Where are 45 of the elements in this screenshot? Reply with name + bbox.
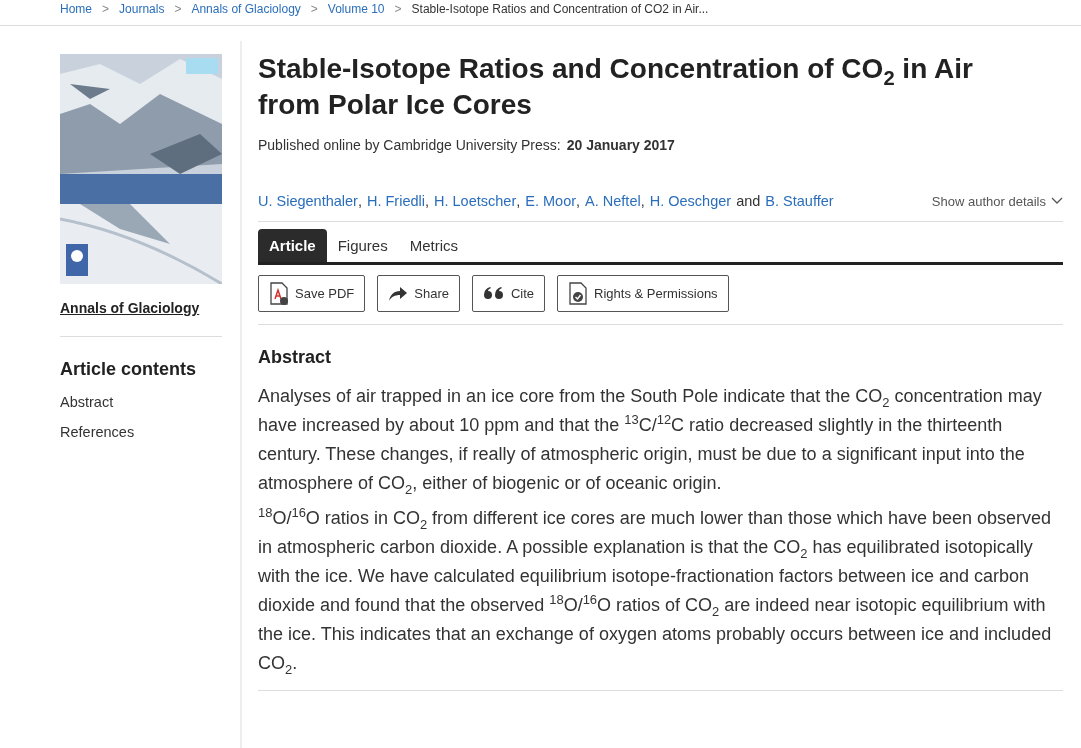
separator-text: , bbox=[576, 193, 581, 209]
published-date: 20 January 2017 bbox=[566, 137, 675, 153]
separator-text: , bbox=[640, 193, 645, 209]
author-link[interactable]: U. Siegenthaler bbox=[258, 193, 358, 209]
action-button[interactable]: Share bbox=[377, 275, 460, 312]
tab[interactable]: Article bbox=[258, 229, 327, 262]
abstract-paragraph: Analyses of air trapped in an ice core from the South Pole indicate that the CO$_{2}$ concentration may have increased by about 10 ppm and that the $^{13}$C/$^{12}$C ratio decreased slightly in the thirteenth century. These changes, if really of atmospheric origin, must be due to a significant input into the atmosphere of CO$_{2}$, either of biogenic or of oceanic origin. bbox=[258, 385, 1043, 498]
author-link[interactable]: A. Neftel bbox=[585, 193, 641, 209]
action-button[interactable]: Rights & Permissions bbox=[557, 275, 729, 312]
document-check-icon bbox=[568, 281, 589, 306]
abstract-paragraph: $^{18}$O/$^{16}$O ratios in CO$_{2}$ from different ice cores are much lower than those which have been observed in atmospheric carbon dioxide. A possible explanation is that the CO$_{2}$ has equilibrated isotopically with the ice. We have calculated equilibrium isotope-fractionation factors between ice and carbon dioxide and found that the observed $^{18}$O/$^{16}$O ratios of CO$_{2}$ are indeed near isotopic equilibrium with the ice. This indicates that an exchange of oxygen atoms probably occurs between ice and included CO$_{2}$. bbox=[258, 504, 1053, 678]
separator-text: , bbox=[357, 193, 362, 209]
separator-text: , bbox=[516, 193, 521, 209]
action-button[interactable]: Save PDF bbox=[258, 275, 366, 312]
breadcrumb-link[interactable]: Volume 10 bbox=[327, 2, 385, 16]
contents-link[interactable]: Abstract bbox=[60, 394, 222, 410]
tab[interactable]: Metrics bbox=[398, 229, 470, 262]
breadcrumb-separator: > bbox=[394, 2, 402, 16]
author-link[interactable]: H. Oeschger bbox=[649, 193, 732, 209]
contents-link[interactable]: References bbox=[60, 424, 222, 440]
author-link[interactable]: H. Friedli bbox=[367, 193, 425, 209]
author-link[interactable]: E. Moor bbox=[525, 193, 577, 209]
author-link[interactable]: B. Stauffer bbox=[765, 193, 834, 209]
journal-link[interactable]: Annals of Glaciology bbox=[60, 300, 222, 316]
pdf-file-icon bbox=[269, 281, 289, 306]
breadcrumb-link[interactable]: Journals bbox=[119, 2, 165, 16]
breadcrumb-separator: > bbox=[310, 2, 318, 16]
author-link[interactable]: H. Loetscher bbox=[434, 193, 517, 209]
action-button[interactable]: Cite bbox=[471, 275, 546, 312]
separator-text: , bbox=[425, 193, 430, 209]
author-details-toggle[interactable]: Show author details bbox=[931, 193, 1063, 209]
section-heading: Abstract bbox=[258, 347, 333, 368]
breadcrumb-current: Stable-Isotope Ratios and Concentration of CO2 in Air... bbox=[411, 2, 709, 16]
published-label: Published online by Cambridge University Press: bbox=[258, 137, 561, 153]
contents-heading: Article contents bbox=[60, 359, 198, 380]
separator-text: and bbox=[736, 193, 761, 209]
breadcrumb-link[interactable]: Annals of Glaciology bbox=[191, 2, 301, 16]
tab[interactable]: Figures bbox=[326, 229, 399, 262]
chevron-down-icon bbox=[1051, 197, 1063, 205]
breadcrumb-separator: > bbox=[102, 2, 110, 16]
quote-icon bbox=[482, 286, 505, 301]
share-arrow-icon bbox=[388, 285, 409, 302]
article-title: Stable-Isotope Ratios and Concentration of CO$_{2}$ in Air from Polar Ice Cores bbox=[258, 52, 974, 122]
breadcrumb-link[interactable]: Home bbox=[60, 2, 92, 16]
breadcrumb-separator: > bbox=[174, 2, 182, 16]
